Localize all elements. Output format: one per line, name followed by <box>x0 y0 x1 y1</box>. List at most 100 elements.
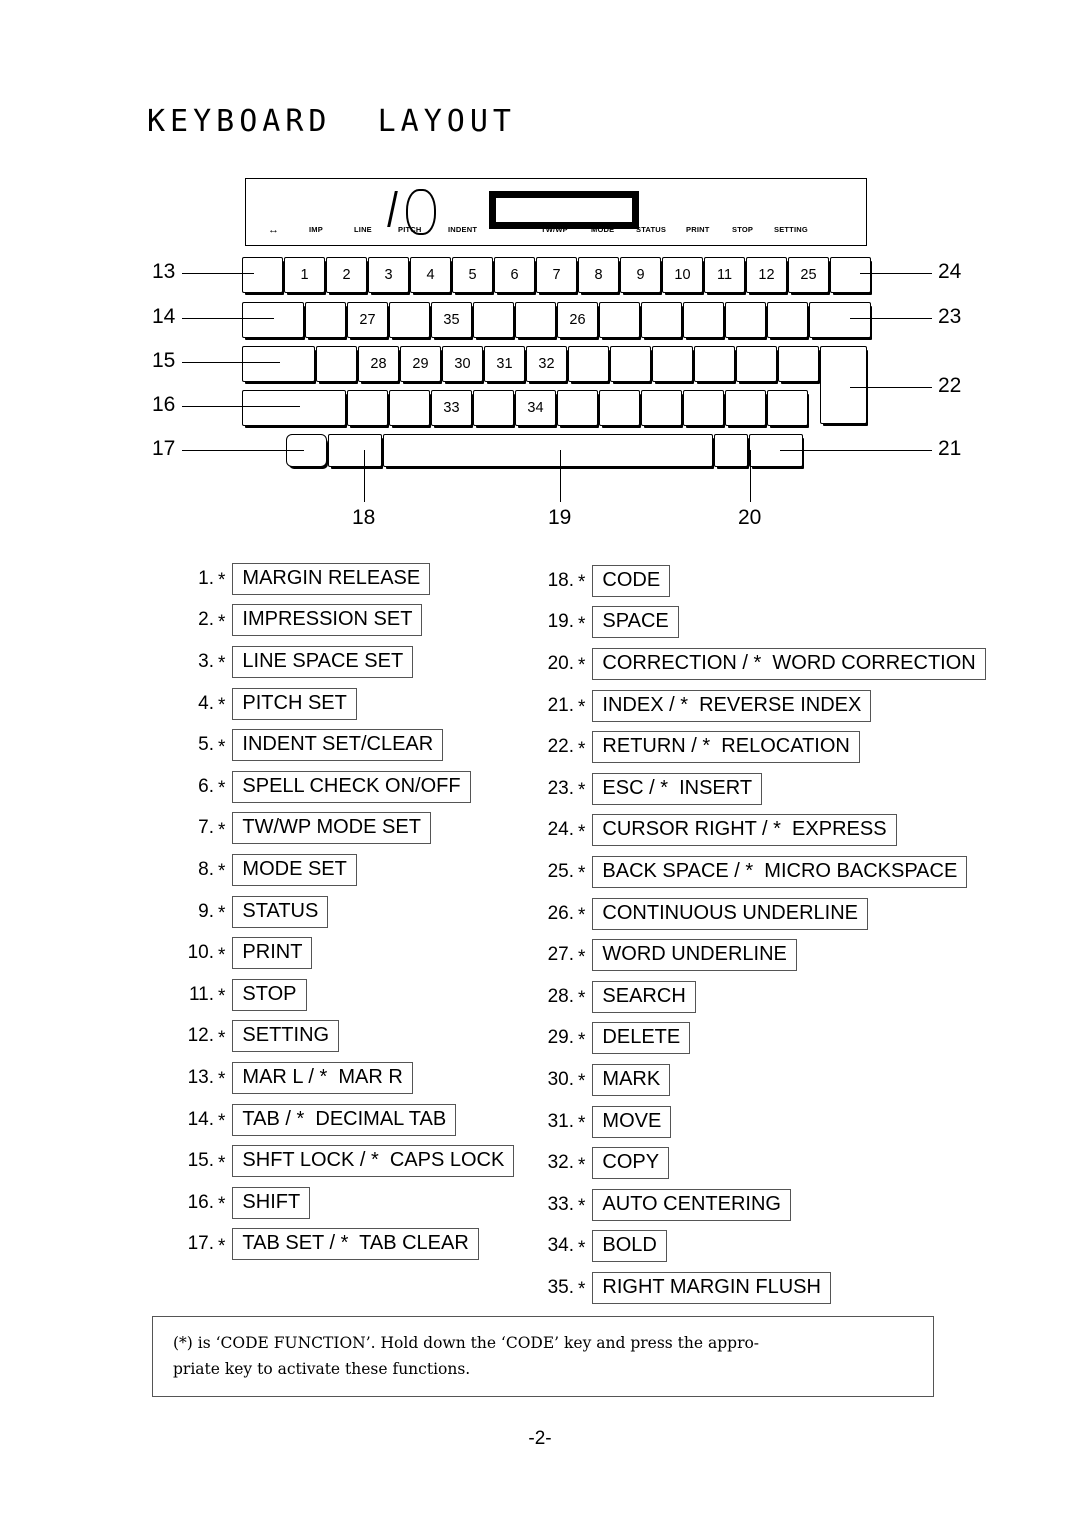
legend-number: 11. <box>188 983 214 1005</box>
legend-label: ESC / * INSERT <box>592 772 763 805</box>
legend-number: 34. <box>547 1235 574 1257</box>
key-r4-c10[interactable] <box>683 390 724 426</box>
key-r4-c9[interactable] <box>641 390 682 426</box>
legend-item-13: 13. * MAR L / * MAR R <box>160 1057 514 1099</box>
code-star-marker: * <box>218 1027 226 1049</box>
key-r4-c4[interactable]: 33 <box>431 390 472 426</box>
legend-item-21: 21. * INDEX / * REVERSE INDEX <box>520 685 986 727</box>
key-r1-c8[interactable]: 7 <box>536 257 577 293</box>
key-r3-capslock[interactable] <box>242 346 315 382</box>
key-r1-c11[interactable]: 10 <box>662 257 703 293</box>
code-star-marker: * <box>218 570 226 592</box>
key-r2-c11[interactable] <box>683 302 724 338</box>
key-r4-c3[interactable] <box>389 390 430 426</box>
key-r1-c13[interactable]: 12 <box>746 257 787 293</box>
legend-label: TAB SET / * TAB CLEAR <box>232 1228 479 1261</box>
key-r4-c5[interactable] <box>473 390 514 426</box>
key-r2-c7[interactable] <box>515 302 556 338</box>
legend-number: 21. <box>547 694 574 716</box>
key-r1-c4[interactable]: 3 <box>368 257 409 293</box>
key-r2-c8[interactable]: 26 <box>557 302 598 338</box>
key-r2-c5[interactable]: 35 <box>431 302 472 338</box>
callout-13: 13 <box>152 260 176 283</box>
key-r4-c2[interactable] <box>347 390 388 426</box>
key-r2-c3[interactable]: 27 <box>347 302 388 338</box>
key-number: 30 <box>454 355 471 372</box>
key-space-bar[interactable] <box>383 434 713 467</box>
key-return[interactable] <box>820 346 867 424</box>
legend-item-5: 5. * INDENT SET/CLEAR <box>160 724 514 766</box>
key-r2-c4[interactable] <box>389 302 430 338</box>
indicator-pitch: PITCH <box>398 225 422 234</box>
key-r1-c15[interactable] <box>830 257 871 293</box>
key-r3-c2[interactable] <box>316 346 357 382</box>
key-r1-c14[interactable]: 25 <box>788 257 829 293</box>
legend-item-29: 29. * DELETE <box>520 1018 986 1060</box>
legend-number: 8. <box>198 858 214 880</box>
legend-number: 6. <box>198 775 214 797</box>
legend-item-25: 25. * BACK SPACE / * MICRO BACKSPACE <box>520 851 986 893</box>
code-star-marker: * <box>578 1029 586 1051</box>
key-r3-c3[interactable]: 28 <box>358 346 399 382</box>
legend-number: 3. <box>198 650 214 672</box>
key-r1-c6[interactable]: 5 <box>452 257 493 293</box>
key-r4-c12[interactable] <box>767 390 808 426</box>
key-r2-c9[interactable] <box>599 302 640 338</box>
key-r3-c6[interactable]: 31 <box>484 346 525 382</box>
legend-label: SETTING <box>232 1020 340 1053</box>
key-r3-c9[interactable] <box>610 346 651 382</box>
key-r1-c7[interactable]: 6 <box>494 257 535 293</box>
key-r2-esc[interactable] <box>809 302 871 338</box>
callout-16: 16 <box>152 393 176 416</box>
legend-number: 12. <box>187 1025 214 1047</box>
key-r1-c5[interactable]: 4 <box>410 257 451 293</box>
key-r2-c10[interactable] <box>641 302 682 338</box>
legend-label: MAR L / * MAR R <box>232 1061 413 1094</box>
key-number: 9 <box>636 266 645 283</box>
key-correction[interactable] <box>714 434 748 467</box>
key-r2-c12[interactable] <box>725 302 766 338</box>
callout-20: 20 <box>738 506 762 529</box>
key-r4-c7[interactable] <box>557 390 598 426</box>
code-star-marker: * <box>218 653 226 675</box>
page-title: KEYBOARD LAYOUT <box>147 104 516 139</box>
key-r1-c10[interactable]: 9 <box>620 257 661 293</box>
key-r1-c9[interactable]: 8 <box>578 257 619 293</box>
key-r1-c12[interactable]: 11 <box>704 257 745 293</box>
key-r3-c5[interactable]: 30 <box>442 346 483 382</box>
console-graphics <box>246 179 866 235</box>
key-r3-c4[interactable]: 29 <box>400 346 441 382</box>
legend-label: INDENT SET/CLEAR <box>232 729 444 762</box>
key-r2-c2[interactable] <box>305 302 346 338</box>
key-r3-c11[interactable] <box>694 346 735 382</box>
legend-item-4: 4. * PITCH SET <box>160 683 514 725</box>
legend-label: AUTO CENTERING <box>592 1188 791 1221</box>
key-r4-c11[interactable] <box>725 390 766 426</box>
key-r1-c3[interactable]: 2 <box>326 257 367 293</box>
key-r4-shift[interactable] <box>242 390 346 426</box>
key-r2-c6[interactable] <box>473 302 514 338</box>
key-r2-tab[interactable] <box>242 302 304 338</box>
legend-item-23: 23. * ESC / * INSERT <box>520 768 986 810</box>
key-code[interactable] <box>328 434 382 467</box>
legend-number: 4. <box>198 692 214 714</box>
key-r1-c2[interactable]: 1 <box>284 257 325 293</box>
legend-number: 28. <box>547 985 574 1007</box>
key-r4-c8[interactable] <box>599 390 640 426</box>
key-r3-c8[interactable] <box>568 346 609 382</box>
legend-label: CONTINUOUS UNDERLINE <box>592 897 868 930</box>
legend-number: 25. <box>547 860 574 882</box>
key-r3-c10[interactable] <box>652 346 693 382</box>
key-r3-c7[interactable]: 32 <box>526 346 567 382</box>
key-number: 10 <box>674 266 691 283</box>
code-star-marker: * <box>218 819 226 841</box>
key-row-1: 1 2 3 4 5 6 7 8 9 10 11 12 25 <box>242 257 872 293</box>
legend-item-31: 31. * MOVE <box>520 1101 986 1143</box>
key-r4-c6[interactable]: 34 <box>515 390 556 426</box>
key-r1-c1[interactable] <box>242 257 283 293</box>
key-r3-c13[interactable] <box>778 346 819 382</box>
key-r3-c12[interactable] <box>736 346 777 382</box>
key-r2-c13[interactable] <box>767 302 808 338</box>
code-star-marker: * <box>578 1237 586 1259</box>
legend-label: PRINT <box>232 937 313 970</box>
